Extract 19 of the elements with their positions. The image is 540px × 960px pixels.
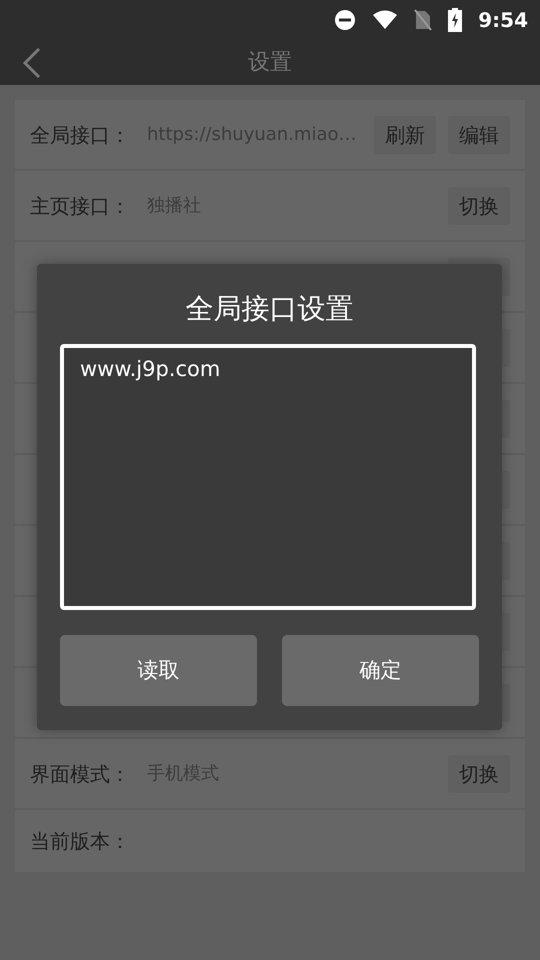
dialog-title: 全局接口设置: [184, 291, 354, 327]
dialog-button[interactable]: 确定: [282, 635, 479, 706]
setting-label: 界面模式：: [30, 760, 131, 788]
setting-label: 全局接口：: [30, 122, 131, 148]
row-button[interactable]: 编辑: [448, 116, 510, 154]
do-not-disturb-icon: [334, 9, 356, 31]
setting-label: 当前版本：: [30, 828, 131, 855]
row-button[interactable]: 切换: [448, 186, 510, 224]
wifi-icon: [372, 10, 398, 30]
battery-charging-icon: [448, 8, 462, 32]
setting-label: 主页接口：: [30, 192, 131, 220]
no-sim-icon: [414, 9, 432, 31]
row-button[interactable]: 刷新: [374, 116, 436, 154]
row-button[interactable]: 切换: [448, 754, 510, 792]
dialog-button[interactable]: 读取: [60, 635, 257, 706]
clock-time: 9:54: [478, 7, 528, 34]
page-title: 设置: [248, 49, 292, 77]
back-icon[interactable]: [22, 48, 42, 78]
input-field[interactable]: www.j9p.com: [60, 344, 476, 610]
